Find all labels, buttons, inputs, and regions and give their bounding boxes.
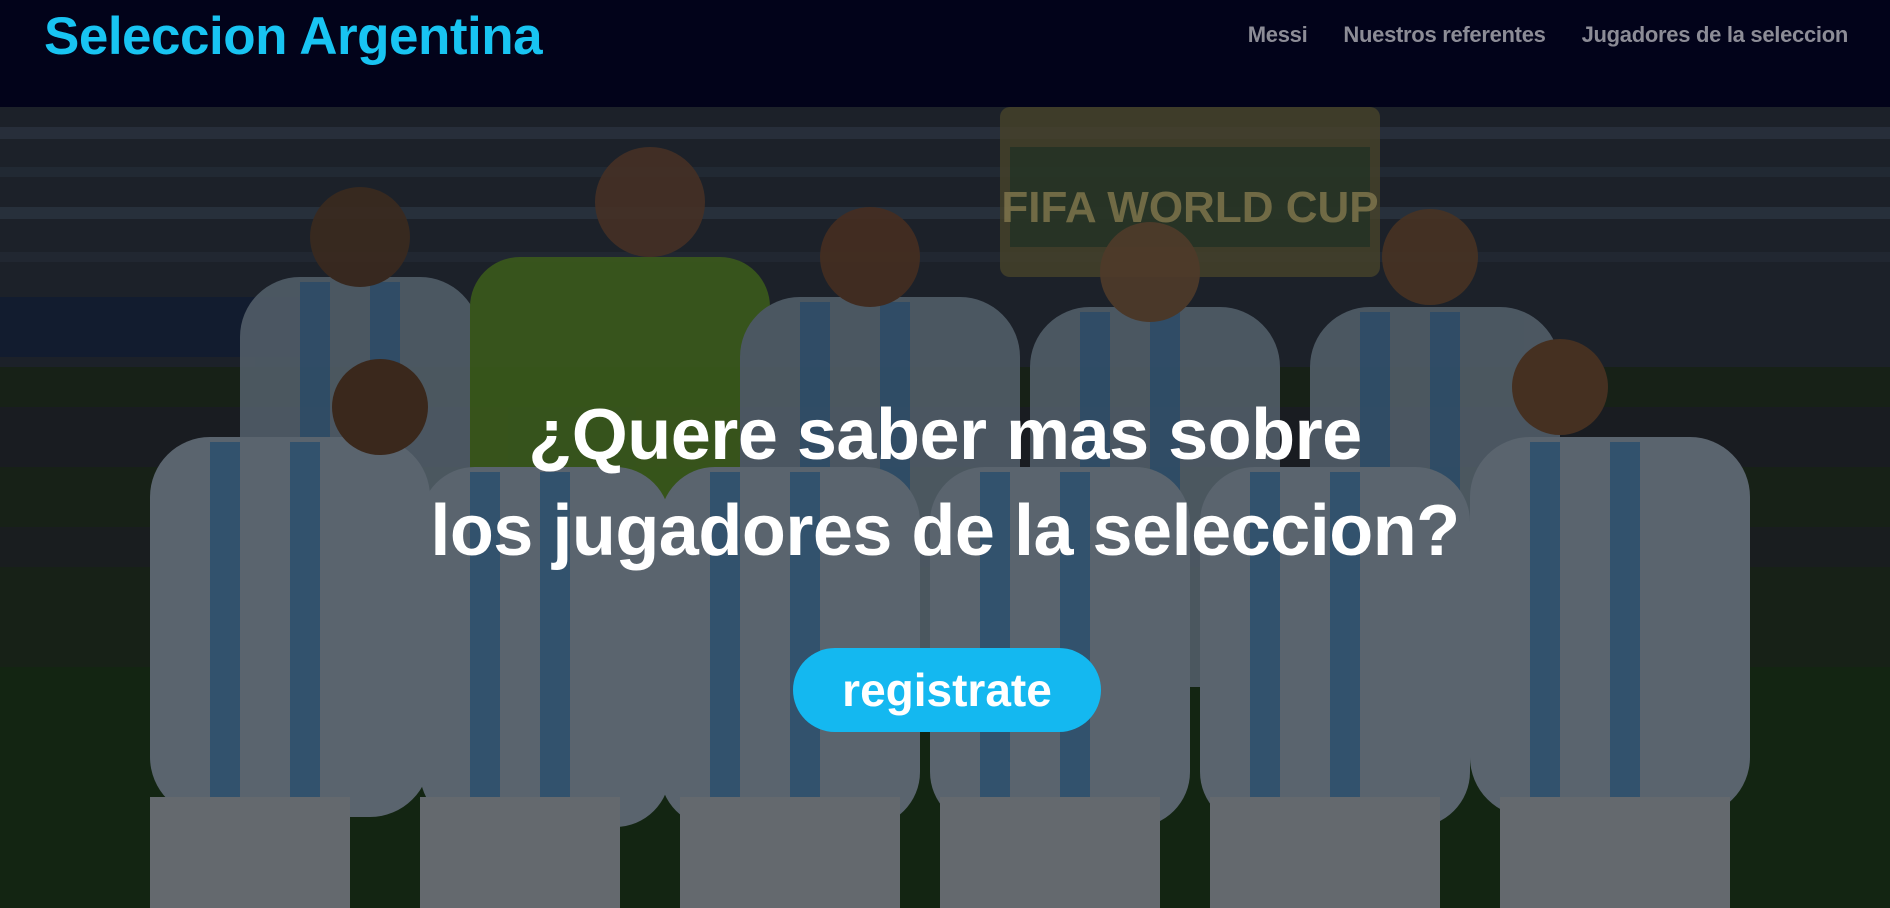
hero-title-line-2: los jugadores de la seleccion? xyxy=(430,491,1460,571)
navbar: Seleccion Argentina Messi Nuestros refer… xyxy=(0,0,1890,107)
hero-title: ¿Quere saber mas sobre los jugadores de … xyxy=(0,387,1890,579)
brand-logo[interactable]: Seleccion Argentina xyxy=(44,6,543,67)
nav-link-jugadores[interactable]: Jugadores de la seleccion xyxy=(1582,22,1849,48)
register-button[interactable]: registrate xyxy=(793,648,1101,732)
nav-links: Messi Nuestros referentes Jugadores de l… xyxy=(1248,22,1849,48)
hero-section: FIFA WORLD CUP ¿Quere saber mas sobre lo… xyxy=(0,107,1890,908)
nav-link-messi[interactable]: Messi xyxy=(1248,22,1308,48)
hero-title-line-1: ¿Quere saber mas sobre xyxy=(528,395,1362,475)
nav-link-referentes[interactable]: Nuestros referentes xyxy=(1343,22,1545,48)
